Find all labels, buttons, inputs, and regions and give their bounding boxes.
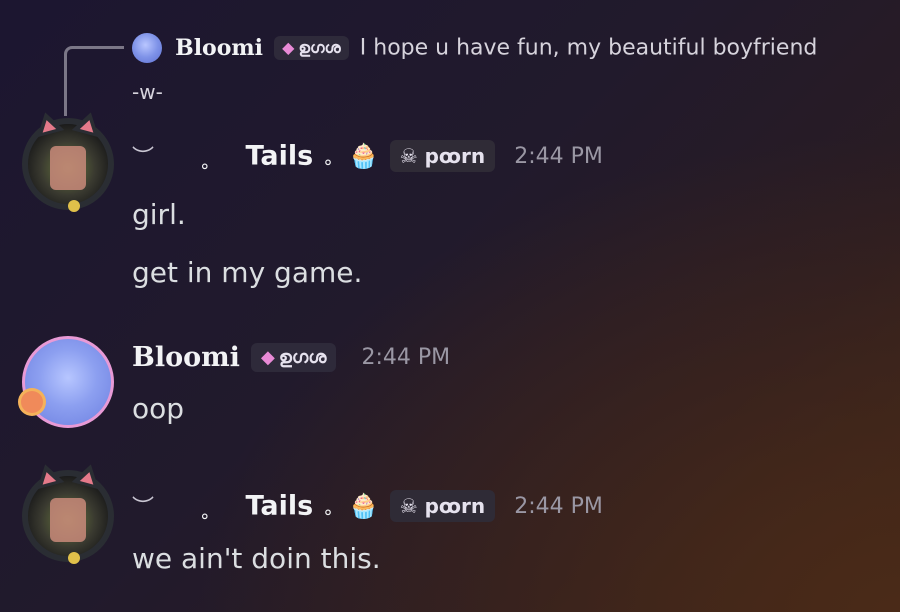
guild-tag[interactable]: ☠ pꝏrn <box>389 140 496 172</box>
flower-icon <box>21 391 43 413</box>
message-line: oop <box>132 392 185 425</box>
message-line: get in my game. <box>132 256 363 289</box>
timestamp[interactable]: 2:44 PM <box>514 144 603 169</box>
reply-preview[interactable]: Bloomi ◆ ഉഗശ I hope u have fun, my beauti… <box>132 33 872 63</box>
username-tails[interactable]: Tails <box>245 141 313 172</box>
message-header: ︶ ∘ Tails ∘ 🧁 ☠ pꝏrn 2:44 PM <box>132 140 603 177</box>
message-header: ︶ ∘ Tails ∘ 🧁 ☠ pꝏrn 2:44 PM <box>132 490 603 527</box>
reply-author-tag: ◆ ഉഗശ <box>274 36 349 60</box>
username-bloomi[interactable]: Bloomi <box>132 342 240 373</box>
avatar-face <box>50 146 86 190</box>
reply-avatar[interactable] <box>132 33 162 63</box>
guild-tag[interactable]: ◆ ഉഗശ <box>251 343 337 372</box>
timestamp[interactable]: 2:44 PM <box>361 345 450 370</box>
message-line: girl. <box>132 198 186 231</box>
guild-tag[interactable]: ☠ pꝏrn <box>389 490 496 522</box>
bell-icon <box>68 552 80 564</box>
name-decoration: ︶ <box>132 146 155 171</box>
gem-icon: ◆ <box>282 38 295 57</box>
message-line: we ain't doin this. <box>132 542 381 575</box>
avatar-bloomi[interactable] <box>21 336 114 428</box>
name-decoration-dot: ∘ <box>199 155 211 177</box>
reply-text: I hope u have fun, my beautiful boyfrien… <box>359 35 818 61</box>
avatar-face <box>50 498 86 542</box>
name-decoration-dot: ∘ <box>322 151 334 173</box>
cupcake-emoji: 🧁 <box>348 142 379 170</box>
skull-icon: ☠ <box>399 494 418 518</box>
avatar-tails[interactable] <box>22 108 114 212</box>
cupcake-emoji: 🧁 <box>348 492 379 520</box>
name-decoration-dot: ∘ <box>322 501 334 523</box>
reply-text-continued: -w- <box>132 80 163 104</box>
skull-icon: ☠ <box>399 144 418 168</box>
avatar-tails[interactable] <box>22 460 114 564</box>
name-decoration: ︶ <box>132 496 155 521</box>
message-header: Bloomi ◆ ഉഗശ 2:44 PM <box>132 342 450 373</box>
reply-author[interactable]: Bloomi <box>175 35 263 61</box>
reply-spine <box>64 46 124 116</box>
username-tails[interactable]: Tails <box>245 491 313 522</box>
bell-icon <box>68 200 80 212</box>
gem-icon: ◆ <box>261 347 275 368</box>
timestamp[interactable]: 2:44 PM <box>514 494 603 519</box>
name-decoration-dot: ∘ <box>199 505 211 527</box>
